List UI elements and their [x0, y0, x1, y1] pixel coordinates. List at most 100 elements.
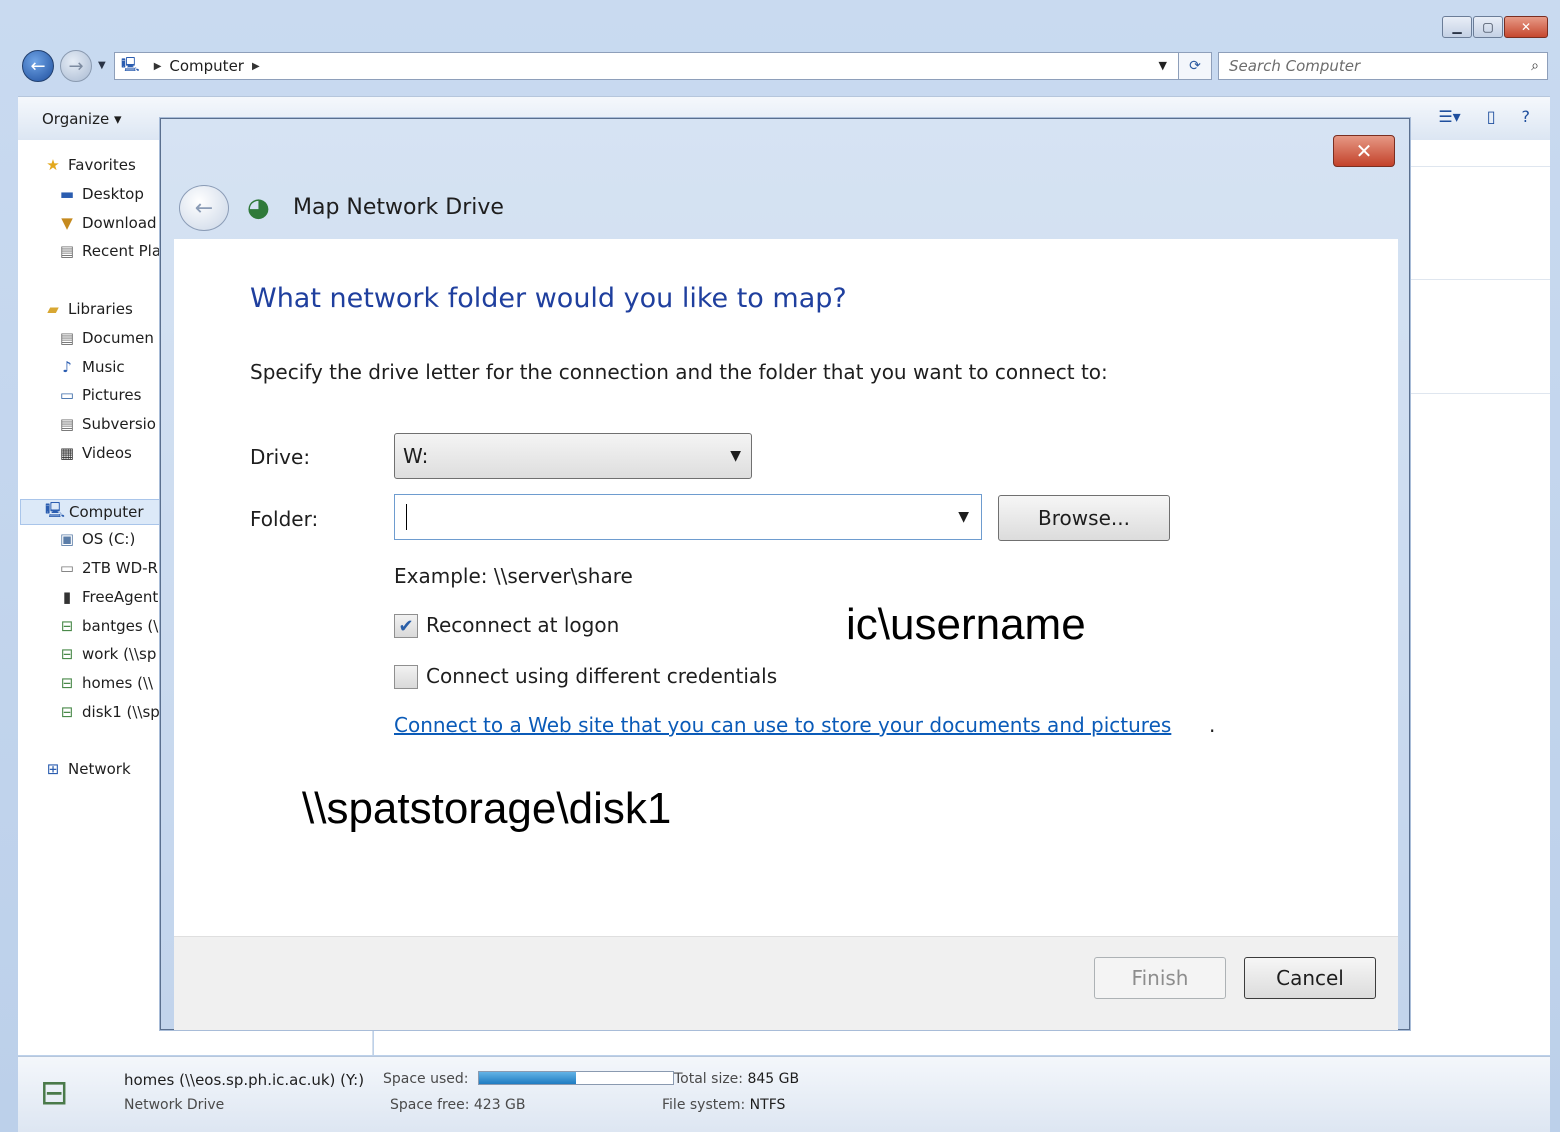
nav-item[interactable]: ▣ OS (C:)	[58, 530, 135, 548]
file-system-label: File system:	[662, 1097, 746, 1113]
computer-icon: 🖳	[121, 57, 140, 73]
nav-item[interactable]: ▭ Pictures	[58, 386, 142, 404]
details-pane: ⊟ homes (\\eos.sp.ph.ic.ac.uk) (Y:) Netw…	[18, 1056, 1550, 1132]
address-dropdown-icon[interactable]: ▼	[1159, 59, 1167, 72]
help-icon[interactable]: ?	[1522, 107, 1531, 126]
chevron-down-icon: ▼	[730, 448, 741, 464]
network-drive-icon: ⊟	[40, 1073, 69, 1113]
music-icon: ♪	[62, 358, 72, 376]
share-path-annotation: \\spatstorage\disk1	[302, 784, 672, 833]
file-system: File system: NTFS	[662, 1097, 785, 1113]
nav-favorites[interactable]: ★ Favorites	[44, 156, 136, 174]
computer-icon: 🖳	[45, 500, 66, 519]
space-free: Space free: 423 GB	[390, 1097, 526, 1113]
libraries-icon: ▰	[47, 300, 59, 318]
breadcrumb-separator-icon[interactable]: ▶	[252, 61, 260, 72]
star-icon: ★	[46, 156, 60, 174]
nav-item[interactable]: ⊟ bantges (\	[58, 617, 159, 635]
forward-button[interactable]: →	[60, 50, 92, 82]
dialog-footer: Finish Cancel	[174, 936, 1398, 1030]
drive-type: Network Drive	[124, 1097, 225, 1113]
videos-icon: ▦	[59, 444, 75, 462]
dialog-header: ← ◕ Map Network Drive	[161, 177, 1411, 239]
folder-example: Example: \\server\share	[394, 564, 633, 588]
finish-button[interactable]: Finish	[1094, 957, 1226, 999]
dialog-heading: What network folder would you like to ma…	[250, 283, 847, 314]
network-drive-globe-icon: ◕	[247, 193, 270, 223]
dialog-close-button[interactable]: ✕	[1333, 135, 1395, 167]
breadcrumb-separator-icon[interactable]: ▶	[154, 61, 162, 72]
network-icon: ⊞	[46, 760, 60, 778]
breadcrumb-computer[interactable]: Computer	[169, 57, 244, 75]
folder-input[interactable]: ▼	[394, 494, 982, 540]
search-placeholder: Search Computer	[1229, 57, 1361, 75]
nav-computer[interactable]: 🖳 Computer	[20, 499, 170, 525]
back-button[interactable]: ←	[22, 50, 54, 82]
nav-item[interactable]: ⊟ disk1 (\\sp	[58, 703, 160, 721]
space-used-label: Space used:	[383, 1071, 469, 1087]
nav-item[interactable]: ♪ Music	[58, 358, 124, 376]
nav-network[interactable]: ⊞ Network	[44, 760, 131, 778]
nav-item[interactable]: ▬ Desktop	[58, 185, 144, 203]
nav-item[interactable]: ▮ FreeAgent	[58, 588, 158, 606]
web-site-link[interactable]: Connect to a Web site that you can use t…	[394, 713, 1171, 737]
reconnect-checkbox[interactable]: ✔	[394, 614, 418, 638]
pictures-icon: ▭	[59, 386, 75, 404]
arrow-left-icon: ←	[194, 195, 214, 221]
nav-item[interactable]: ▤ Documen	[58, 329, 154, 347]
refresh-icon: ⟳	[1189, 58, 1201, 74]
drive-letter-value: W:	[403, 444, 429, 468]
external-drive-icon: ▮	[62, 588, 72, 606]
window-controls: ▁ ▢ ✕	[1441, 16, 1548, 38]
address-bar[interactable]: 🖳 ▶ Computer ▶ ▼	[114, 52, 1204, 80]
text-caret	[406, 504, 407, 530]
close-icon: ✕	[1520, 20, 1532, 34]
checkmark-icon: ✔	[398, 615, 414, 637]
nav-item[interactable]: ▤ Subversio	[58, 415, 156, 433]
dialog-instruction: Specify the drive letter for the connect…	[250, 360, 1108, 384]
subversion-icon: ▤	[59, 415, 75, 433]
search-input[interactable]: Search Computer ⌕	[1218, 52, 1548, 80]
credentials-checkbox[interactable]	[394, 665, 418, 689]
file-system-value: NTFS	[749, 1097, 786, 1113]
nav-libraries[interactable]: ▰ Libraries	[44, 300, 133, 318]
downloads-folder-icon: ▼	[61, 214, 73, 232]
group-divider	[1410, 166, 1550, 167]
nav-item[interactable]: ⊟ homes (\\	[58, 674, 153, 692]
nav-item[interactable]: ⊟ work (\\sp	[58, 645, 157, 663]
username-annotation: ic\username	[846, 600, 1086, 649]
close-window-button[interactable]: ✕	[1504, 16, 1548, 38]
dialog-back-button[interactable]: ←	[179, 185, 229, 231]
space-used-bar	[478, 1071, 674, 1085]
os-drive-icon: ▣	[59, 530, 75, 548]
drive-letter-select[interactable]: W: ▼	[394, 433, 752, 479]
folder-label: Folder:	[250, 507, 319, 531]
nav-item[interactable]: ▦ Videos	[58, 444, 132, 462]
nav-item[interactable]: ▼ Download	[58, 214, 156, 232]
view-controls: ☰▾ ▯ ?	[1438, 107, 1530, 126]
cancel-button[interactable]: Cancel	[1244, 957, 1376, 999]
organize-menu[interactable]: Organize ▾	[42, 110, 122, 128]
search-icon[interactable]: ⌕	[1531, 58, 1539, 74]
preview-pane-icon[interactable]: ▯	[1487, 107, 1496, 126]
address-row: ← → ▼ 🖳 ▶ Computer ▶ ▼ ⟳ Search Computer…	[18, 48, 1550, 84]
space-used-fill	[479, 1072, 576, 1084]
recent-pages-dropdown[interactable]: ▼	[98, 60, 106, 71]
refresh-button[interactable]: ⟳	[1178, 52, 1212, 80]
maximize-button[interactable]: ▢	[1473, 16, 1503, 38]
view-options-icon[interactable]: ☰▾	[1438, 107, 1460, 126]
group-divider	[1410, 393, 1550, 394]
reconnect-label[interactable]: Reconnect at logon	[426, 613, 619, 637]
nav-item[interactable]: ▤ Recent Pla	[58, 242, 161, 260]
minimize-button[interactable]: ▁	[1442, 16, 1472, 38]
documents-icon: ▤	[59, 329, 75, 347]
arrow-left-icon: ←	[30, 55, 46, 77]
network-drive-icon: ⊟	[60, 645, 74, 663]
credentials-label[interactable]: Connect using different credentials	[426, 664, 777, 688]
nav-item[interactable]: ▭ 2TB WD-R	[58, 559, 158, 577]
drive-label: Drive:	[250, 445, 311, 469]
browse-button[interactable]: Browse...	[998, 495, 1170, 541]
desktop-icon: ▬	[59, 185, 75, 203]
chevron-down-icon[interactable]: ▼	[958, 509, 969, 525]
network-drive-icon: ⊟	[60, 674, 74, 692]
